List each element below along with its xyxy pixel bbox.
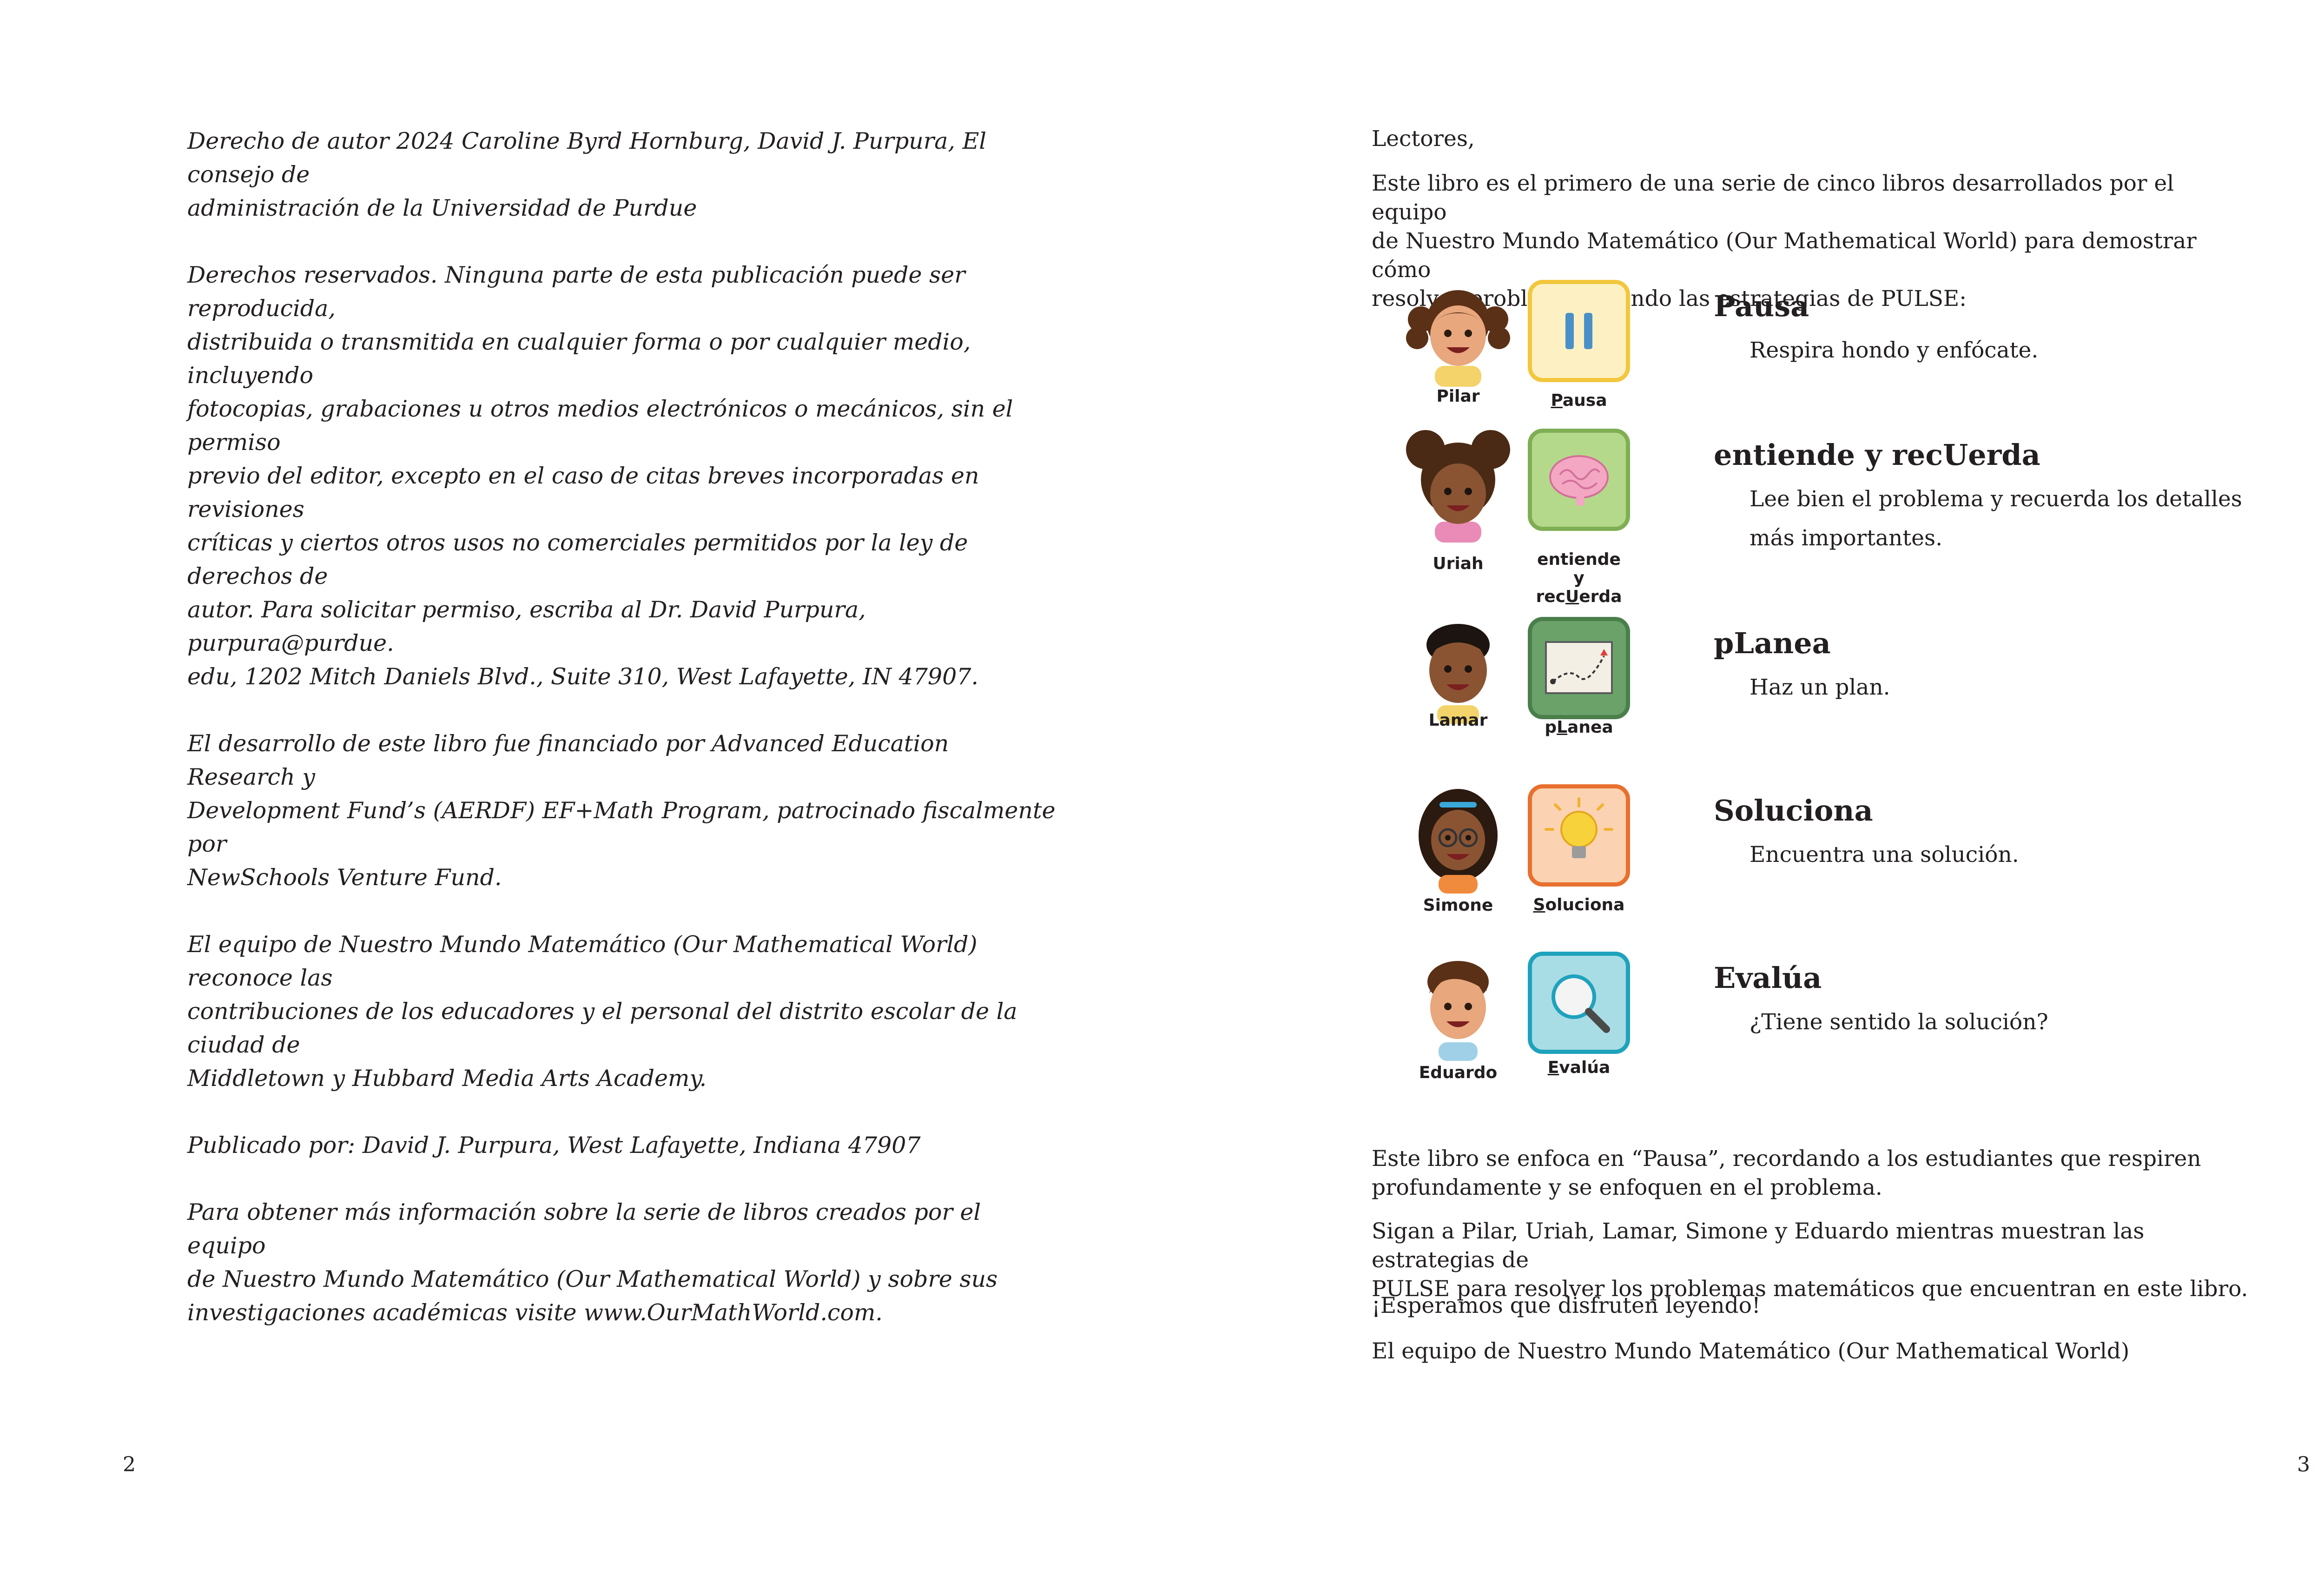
page-number-left: 2 (123, 1453, 136, 1476)
outro-signature: El equipo de Nuestro Mundo Matemático (O… (1372, 1338, 2130, 1364)
page-number-right: 3 (2297, 1453, 2310, 1476)
strategy-row-pausa: Pilar Pausa Pausa Respira hondo y enfóca… (1388, 275, 2295, 415)
brain-tile (1528, 429, 1630, 531)
outro-enjoy: ¡Esperamos que disfruten leyendo! (1372, 1293, 1761, 1318)
more-info-paragraph: Para obtener más información sobre la se… (187, 1199, 998, 1326)
step-description: Respira hondo y enfócate. (1750, 338, 2039, 363)
lightbulb-icon (1545, 797, 1613, 858)
step-description: Lee bien el problema y recuerda los deta… (1750, 486, 2242, 551)
map-route-icon (1545, 641, 1613, 694)
step-description: Encuentra una solución. (1750, 842, 2019, 867)
step-description: Haz un plan. (1750, 675, 1890, 700)
evaluate-tile (1528, 952, 1630, 1054)
brain-tile-label: entiende y recUerda (1536, 550, 1622, 606)
kid-name: Pilar (1436, 387, 1480, 406)
plan-tile (1528, 617, 1630, 719)
magnifier-icon (1552, 974, 1610, 1033)
acknowledgement-paragraph: El equipo de Nuestro Mundo Matemático (O… (187, 931, 1017, 1092)
step-title: Pausa (1714, 289, 1809, 323)
solve-tile (1528, 784, 1630, 887)
outro-focus: Este libro se enfoca en “Pausa”, recorda… (1372, 1146, 2201, 1200)
letter-greeting: Lectores, (1372, 126, 1475, 152)
brain-icon (1549, 455, 1609, 506)
lamar-avatar (1426, 624, 1490, 724)
step-title: Soluciona (1714, 794, 1873, 828)
pause-icon (1565, 313, 1592, 349)
kid-name: Lamar (1428, 711, 1488, 730)
copyright-block: Derecho de autor 2024 Caroline Byrd Horn… (187, 125, 1061, 1363)
copyright-paragraph: Derecho de autor 2024 Caroline Byrd Horn… (187, 128, 987, 221)
kid-name: Simone (1423, 896, 1493, 915)
kid-name: Eduardo (1419, 1063, 1498, 1082)
strategy-row-recuerda: Uriah entiende y recUerda entiende y rec… (1388, 424, 2295, 606)
solve-tile-label: Soluciona (1533, 895, 1625, 914)
funding-paragraph: El desarrollo de este libro fue financia… (187, 730, 1056, 891)
evaluate-tile-label: Evalúa (1547, 1058, 1611, 1077)
uriah-avatar (1406, 430, 1510, 543)
step-description: ¿Tiene sentido la solución? (1750, 1009, 2048, 1035)
publisher-paragraph: Publicado por: David J. Purpura, West La… (187, 1132, 921, 1159)
strategy-row-soluciona: Simone Soluciona Soluciona Encuentra una… (1388, 780, 2295, 919)
plan-tile-label: pLanea (1545, 718, 1613, 737)
step-title: entiende y recUerda (1714, 438, 2040, 472)
rights-paragraph: Derechos reservados. Ninguna parte de es… (187, 262, 1013, 690)
step-title: Evalúa (1714, 961, 1822, 995)
step-title: pLanea (1714, 626, 1831, 660)
pause-tile (1528, 280, 1630, 382)
outro-follow: Sigan a Pilar, Uriah, Lamar, Simone y Ed… (1372, 1218, 2248, 1302)
left-page: Derecho de autor 2024 Caroline Byrd Horn… (0, 0, 1202, 1569)
pause-tile-label: Pausa (1551, 391, 1607, 410)
right-page: Lectores, Este libro es el primero de un… (1202, 0, 2324, 1569)
strategy-row-planea: Lamar pLanea pLanea Haz un plan. (1388, 612, 2295, 752)
strategy-row-evalua: Eduardo Evalúa Evalúa ¿Tiene sentido la … (1388, 947, 2295, 1086)
kid-name: Uriah (1433, 554, 1484, 573)
